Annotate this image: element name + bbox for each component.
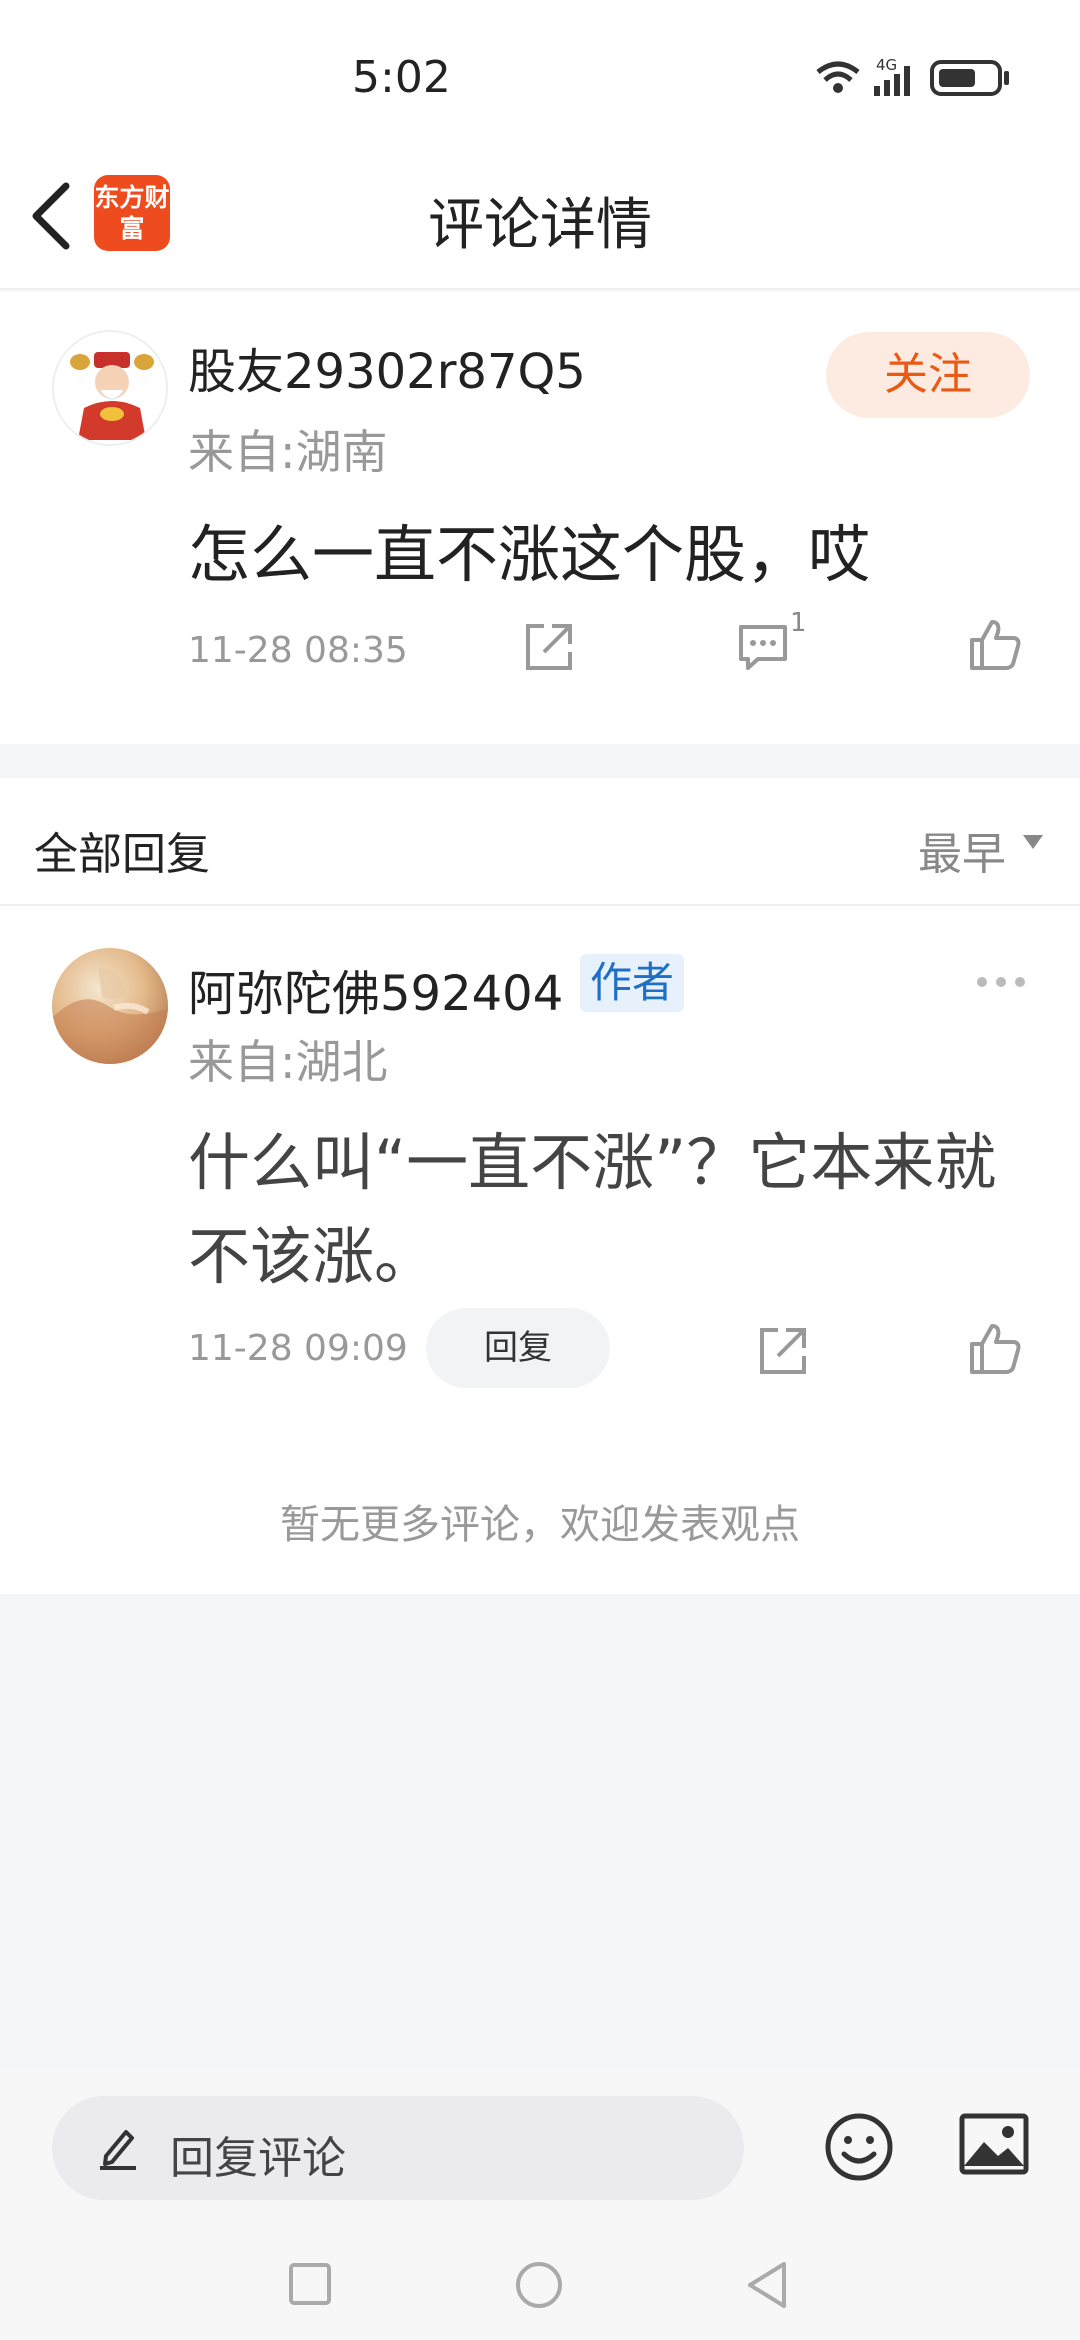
reply-username[interactable]: 阿弥陀佛592404 xyxy=(188,954,563,1024)
main-post: 股友29302r87Q5 来自:湖南 关注 怎么一直不涨这个股，哎 11-28 … xyxy=(0,292,1080,744)
no-more-comments-text: 暂无更多评论，欢迎发表观点 xyxy=(280,1502,800,1548)
replies-section: 全部回复 最早 阿弥陀佛592404 作者 来自:湖北 什么叫“一直不涨”？它本… xyxy=(0,778,1080,1594)
share-icon[interactable] xyxy=(756,1324,810,1378)
status-time: 5:02 xyxy=(352,52,451,103)
reply-input[interactable]: 回复评论 xyxy=(52,2096,744,2200)
emoji-icon[interactable] xyxy=(824,2112,894,2182)
post-location: 来自:湖南 xyxy=(188,425,388,479)
reply-button[interactable]: 回复 xyxy=(426,1308,610,1388)
system-nav-bar xyxy=(0,2220,1080,2340)
comment-icon[interactable] xyxy=(736,620,790,674)
status-bar: 5:02 4G xyxy=(0,0,1080,150)
fortune-god-avatar-icon xyxy=(54,332,166,444)
recent-apps-icon[interactable] xyxy=(288,2262,332,2306)
battery-icon xyxy=(930,60,1009,96)
replies-title: 全部回复 xyxy=(34,829,210,880)
reply-avatar[interactable] xyxy=(52,948,168,1064)
post-content: 怎么一直不涨这个股，哎 xyxy=(188,518,871,591)
reply-content: 什么叫“一直不涨”？它本来就不该涨。 xyxy=(188,1126,997,1293)
status-icons: 4G xyxy=(816,56,1009,96)
wifi-icon xyxy=(816,61,860,93)
thumbs-up-icon[interactable] xyxy=(968,1322,1022,1376)
comment-count: 1 xyxy=(790,608,807,638)
home-icon[interactable] xyxy=(514,2260,564,2310)
pencil-icon xyxy=(100,2130,136,2170)
buddha-photo-avatar-icon xyxy=(52,967,168,1064)
share-icon[interactable] xyxy=(522,620,576,674)
back-triangle-icon[interactable] xyxy=(744,2260,790,2310)
replies-header: 全部回复 最早 xyxy=(0,778,1080,906)
bottom-bar: 回复评论 xyxy=(0,2070,1080,2220)
page-title: 评论详情 xyxy=(428,193,652,258)
follow-button[interactable]: 关注 xyxy=(826,332,1030,418)
reply-time: 11-28 09:09 xyxy=(188,1328,408,1369)
avatar[interactable] xyxy=(52,330,168,446)
sort-selector[interactable]: 最早 xyxy=(918,818,1006,882)
caret-down-icon[interactable] xyxy=(1022,834,1044,850)
reply-location: 来自:湖北 xyxy=(188,1035,388,1089)
network-type: 4G xyxy=(876,56,897,74)
post-time: 11-28 08:35 xyxy=(188,630,408,671)
image-icon[interactable] xyxy=(958,2112,1030,2176)
post-username[interactable]: 股友29302r87Q5 xyxy=(188,332,586,402)
thumbs-up-icon[interactable] xyxy=(968,618,1022,672)
author-badge: 作者 xyxy=(580,954,685,1012)
more-options-icon[interactable] xyxy=(974,974,1028,990)
reply-input-placeholder: 回复评论 xyxy=(170,2133,346,2184)
header: 东方财富 评论详情 xyxy=(0,150,1080,290)
